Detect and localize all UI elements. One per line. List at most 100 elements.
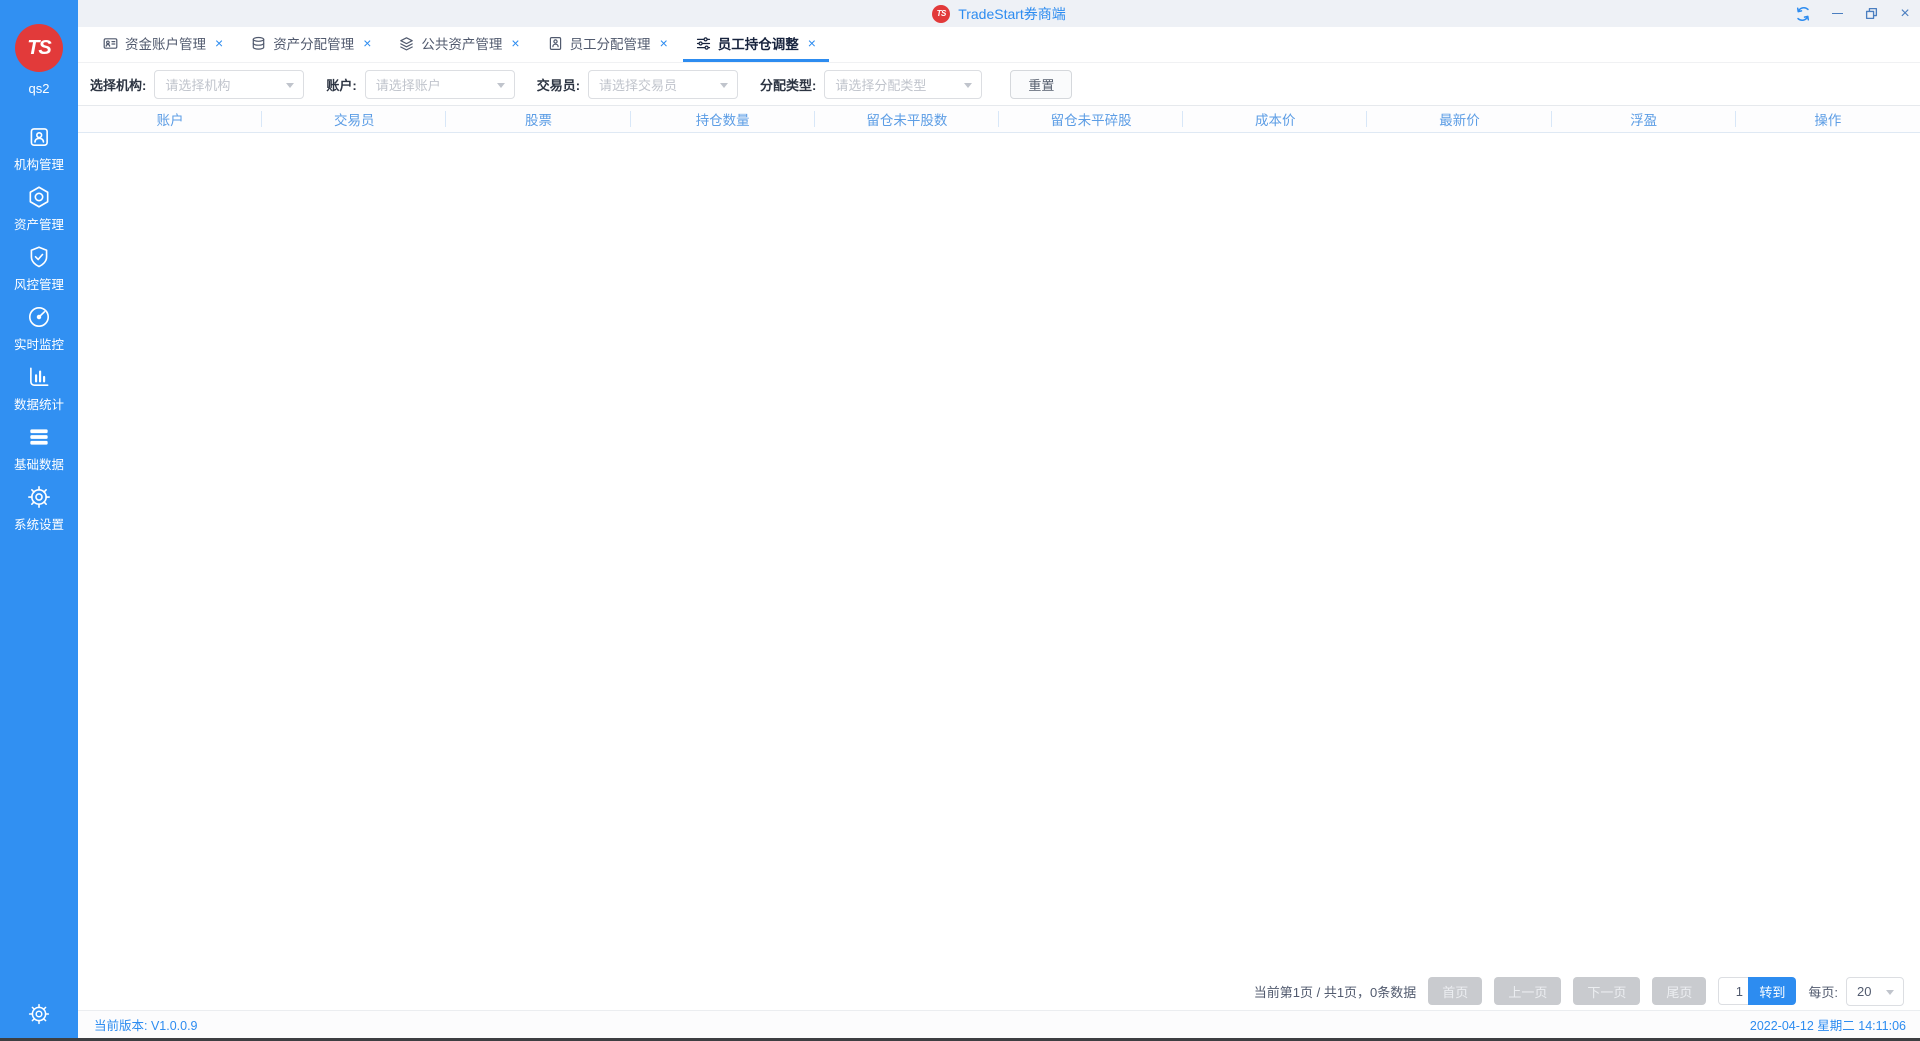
close-icon: × (1900, 6, 1909, 22)
chevron-down-icon (286, 83, 294, 88)
system-gear-icon (26, 484, 52, 510)
employee-book-icon (548, 36, 563, 51)
tab-label: 员工分配管理 (570, 33, 651, 53)
tab-close-icon[interactable]: × (660, 35, 668, 51)
column-header-latest-price: 最新价 (1367, 106, 1551, 132)
chevron-down-icon (497, 83, 505, 88)
account-select-placeholder: 请选择账户 (376, 75, 441, 94)
org-select[interactable]: 请选择机构 (154, 70, 304, 99)
column-header-open-shares: 留仓未平股数 (815, 106, 999, 132)
column-header-position-qty: 持仓数量 (631, 106, 815, 132)
stats-bars-icon (26, 364, 52, 390)
minimize-button[interactable] (1828, 5, 1846, 23)
close-button[interactable]: × (1896, 5, 1914, 23)
sidebar-item-label: 机构管理 (14, 154, 64, 173)
column-header-cost-price: 成本价 (1183, 106, 1367, 132)
org-card-icon (26, 124, 52, 150)
column-header-account: 账户 (78, 106, 262, 132)
pagination-summary: 当前第1页 / 共1页，0条数据 (1254, 982, 1417, 1001)
titlebar: TS TradeStart券商端 (78, 0, 1920, 27)
sidebar-item-label: 基础数据 (14, 454, 64, 473)
sidebar-item-label: 风控管理 (14, 274, 64, 293)
trader-select-label: 交易员: (537, 75, 580, 94)
tab-label: 资金账户管理 (125, 33, 206, 53)
database-icon (251, 36, 266, 51)
alloc-type-select-placeholder: 请选择分配类型 (835, 75, 926, 94)
first-page-button[interactable]: 首页 (1428, 977, 1482, 1005)
window-title: TradeStart券商端 (958, 4, 1066, 24)
next-page-button[interactable]: 下一页 (1573, 977, 1640, 1005)
sidebar-settings-button[interactable] (0, 1002, 78, 1026)
table-body-empty (78, 133, 1920, 972)
chevron-down-icon (720, 83, 728, 88)
chevron-down-icon (964, 83, 972, 88)
column-header-stock: 股票 (446, 106, 630, 132)
account-card-icon (103, 36, 118, 51)
alloc-type-select[interactable]: 请选择分配类型 (824, 70, 982, 99)
gear-icon (27, 1002, 51, 1026)
minimize-icon (1832, 13, 1843, 14)
tab-asset-allocation-management[interactable]: 资产分配管理 × (238, 27, 384, 62)
asset-nut-icon (26, 184, 52, 210)
table-header: 账户 交易员 股票 持仓数量 留仓未平股数 留仓未平碎股 成本价 最新价 浮盈 … (78, 105, 1920, 133)
sidebar-item-risk-management[interactable]: 风控管理 (14, 244, 64, 293)
sidebar-item-org-management[interactable]: 机构管理 (14, 124, 64, 173)
app-logo: TS (15, 24, 63, 72)
datetime-text: 2022-04-12 星期二 14:11:06 (1750, 1015, 1906, 1034)
per-page-select[interactable]: 20 (1846, 977, 1904, 1006)
version-text: 当前版本: V1.0.0.9 (94, 1015, 198, 1034)
tab-public-asset-management[interactable]: 公共资产管理 × (386, 27, 532, 62)
sidebar-item-base-data[interactable]: 基础数据 (14, 424, 64, 473)
prev-page-button[interactable]: 上一页 (1494, 977, 1561, 1005)
chevron-down-icon (1886, 990, 1894, 995)
base-data-icon (26, 424, 52, 450)
sidebar-item-label: 系统设置 (14, 514, 64, 533)
tab-label: 资产分配管理 (273, 33, 354, 53)
tab-employee-position-adjust[interactable]: 员工持仓调整 × (683, 27, 829, 62)
column-header-trader: 交易员 (262, 106, 446, 132)
maximize-button[interactable] (1862, 5, 1880, 23)
sidebar-item-realtime-monitor[interactable]: 实时监控 (14, 304, 64, 353)
goto-page-button[interactable]: 转到 (1748, 977, 1796, 1005)
username: qs2 (29, 81, 50, 96)
trader-select[interactable]: 请选择交易员 (588, 70, 738, 99)
per-page-label: 每页: (1808, 982, 1838, 1001)
account-select[interactable]: 请选择账户 (365, 70, 515, 99)
tab-fund-account-management[interactable]: 资金账户管理 × (90, 27, 236, 62)
status-bar: 当前版本: V1.0.0.9 2022-04-12 星期二 14:11:06 (78, 1010, 1920, 1038)
column-header-actions: 操作 (1736, 106, 1920, 132)
sidebar-menu: 机构管理 资产管理 (14, 124, 64, 533)
sidebar-item-system-settings[interactable]: 系统设置 (14, 484, 64, 533)
per-page-value: 20 (1857, 984, 1871, 999)
risk-shield-icon (26, 244, 52, 270)
tab-close-icon[interactable]: × (808, 35, 816, 51)
sidebar-item-label: 数据统计 (14, 394, 64, 413)
column-header-odd-shares: 留仓未平碎股 (999, 106, 1183, 132)
tab-close-icon[interactable]: × (215, 35, 223, 51)
sliders-icon (696, 36, 711, 51)
layers-icon (399, 36, 414, 51)
alloc-type-select-label: 分配类型: (760, 75, 816, 94)
sidebar-item-label: 资产管理 (14, 214, 64, 233)
app-logo-text: TS (27, 37, 51, 60)
window-controls: × (1794, 0, 1914, 27)
refresh-button[interactable] (1794, 5, 1812, 23)
app-window: TS qs2 机构管理 (0, 0, 1920, 1041)
sidebar-item-data-statistics[interactable]: 数据统计 (14, 364, 64, 413)
tab-close-icon[interactable]: × (363, 35, 371, 51)
tab-close-icon[interactable]: × (511, 35, 519, 51)
filter-bar: 选择机构: 请选择机构 账户: 请选择账户 交易员: (78, 63, 1920, 105)
reset-button[interactable]: 重置 (1010, 70, 1072, 99)
sidebar: TS qs2 机构管理 (0, 0, 78, 1038)
last-page-button[interactable]: 尾页 (1652, 977, 1706, 1005)
pagination-bar: 当前第1页 / 共1页，0条数据 首页 上一页 下一页 尾页 转到 每页: 20 (78, 972, 1920, 1010)
column-header-floating-profit: 浮盈 (1552, 106, 1736, 132)
tab-label: 公共资产管理 (421, 33, 502, 53)
org-select-label: 选择机构: (90, 75, 146, 94)
realtime-gauge-icon (26, 304, 52, 330)
org-select-placeholder: 请选择机构 (165, 75, 230, 94)
tab-employee-allocation-management[interactable]: 员工分配管理 × (535, 27, 681, 62)
tab-label: 员工持仓调整 (718, 33, 799, 53)
account-select-label: 账户: (326, 75, 356, 94)
sidebar-item-asset-management[interactable]: 资产管理 (14, 184, 64, 233)
